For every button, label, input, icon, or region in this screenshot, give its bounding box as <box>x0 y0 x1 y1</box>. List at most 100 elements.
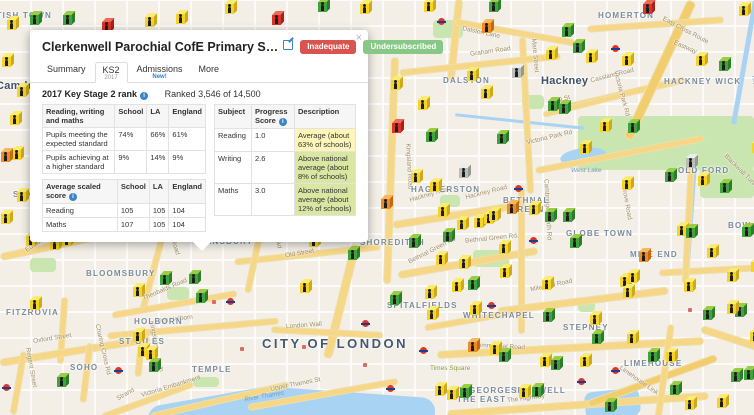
school-marker-yellow[interactable] <box>427 310 436 320</box>
school-marker-yellow[interactable] <box>519 388 528 398</box>
school-marker-red[interactable] <box>272 15 281 25</box>
tab-admissions[interactable]: AdmissionsNew! <box>130 62 190 83</box>
school-marker-yellow[interactable] <box>727 272 736 282</box>
school-marker-orange[interactable] <box>639 252 648 262</box>
school-marker-yellow[interactable] <box>436 255 445 265</box>
school-marker-yellow[interactable] <box>727 304 736 314</box>
school-marker-green[interactable] <box>348 250 357 260</box>
school-marker-yellow[interactable] <box>145 17 154 27</box>
school-marker-green[interactable] <box>57 377 66 387</box>
school-marker-yellow[interactable] <box>696 56 705 66</box>
school-marker-yellow[interactable] <box>30 300 39 310</box>
school-marker-yellow[interactable] <box>628 273 637 283</box>
school-marker-green[interactable] <box>592 334 601 344</box>
school-marker-green[interactable] <box>160 275 169 285</box>
school-marker-yellow[interactable] <box>540 357 549 367</box>
school-marker-yellow[interactable] <box>360 4 369 14</box>
school-marker-yellow[interactable] <box>12 150 21 160</box>
school-marker-yellow[interactable] <box>10 115 19 125</box>
school-marker-yellow[interactable] <box>411 173 420 183</box>
school-marker-green[interactable] <box>149 362 158 372</box>
school-marker-yellow[interactable] <box>7 20 16 30</box>
school-marker-yellow[interactable] <box>586 53 595 63</box>
school-marker-yellow[interactable] <box>457 220 466 230</box>
school-marker-red[interactable] <box>392 123 401 133</box>
school-marker-yellow[interactable] <box>707 248 716 258</box>
school-marker-red[interactable] <box>643 4 652 14</box>
school-marker-orange[interactable] <box>1 152 10 162</box>
school-marker-green[interactable] <box>570 238 579 248</box>
school-marker-yellow[interactable] <box>425 289 434 299</box>
school-marker-green[interactable] <box>189 274 198 284</box>
external-link-icon[interactable] <box>283 40 293 50</box>
school-marker-green[interactable] <box>409 238 418 248</box>
school-marker-green[interactable] <box>562 27 571 37</box>
school-marker-green[interactable] <box>545 212 554 222</box>
school-marker-yellow[interactable] <box>622 56 631 66</box>
school-marker-yellow[interactable] <box>580 357 589 367</box>
school-marker-green[interactable] <box>548 101 557 111</box>
school-marker-gray[interactable] <box>686 158 695 168</box>
info-icon[interactable]: i <box>279 118 287 126</box>
school-marker-green[interactable] <box>742 227 751 237</box>
school-marker-yellow[interactable] <box>622 180 631 190</box>
school-marker-yellow[interactable] <box>391 80 400 90</box>
school-marker-green[interactable] <box>426 132 435 142</box>
school-marker-yellow[interactable] <box>17 192 26 202</box>
school-marker-green[interactable] <box>318 2 327 12</box>
school-marker-green[interactable] <box>573 43 582 53</box>
school-marker-yellow[interactable] <box>529 205 538 215</box>
school-marker-green[interactable] <box>543 312 552 322</box>
school-marker-yellow[interactable] <box>481 89 490 99</box>
school-marker-yellow[interactable] <box>430 182 439 192</box>
school-marker-yellow[interactable] <box>418 100 427 110</box>
school-marker-green[interactable] <box>63 15 72 25</box>
school-marker-yellow[interactable] <box>435 386 444 396</box>
school-marker-yellow[interactable] <box>2 57 11 67</box>
tab-ks2[interactable]: KS22017 <box>95 62 128 83</box>
school-marker-green[interactable] <box>559 104 568 114</box>
school-marker-yellow[interactable] <box>225 4 234 14</box>
school-marker-yellow[interactable] <box>447 390 456 400</box>
school-marker-yellow[interactable] <box>684 282 693 292</box>
school-marker-yellow[interactable] <box>717 398 726 408</box>
school-marker-yellow[interactable] <box>438 207 447 217</box>
info-icon[interactable]: i <box>69 193 77 201</box>
school-marker-green[interactable] <box>390 295 399 305</box>
school-marker-yellow[interactable] <box>500 268 509 278</box>
school-marker-green[interactable] <box>670 385 679 395</box>
school-marker-yellow[interactable] <box>666 352 675 362</box>
school-marker-yellow[interactable] <box>300 283 309 293</box>
school-marker-green[interactable] <box>628 123 637 133</box>
school-marker-yellow[interactable] <box>590 315 599 325</box>
school-marker-yellow[interactable] <box>474 218 483 228</box>
school-marker-orange[interactable] <box>468 342 477 352</box>
school-marker-yellow[interactable] <box>133 287 142 297</box>
school-marker-green[interactable] <box>196 293 205 303</box>
school-marker-yellow[interactable] <box>489 211 498 221</box>
school-marker-green[interactable] <box>686 228 695 238</box>
school-marker-yellow[interactable] <box>685 400 694 410</box>
school-marker-yellow[interactable] <box>470 305 479 315</box>
school-marker-green[interactable] <box>468 280 477 290</box>
school-marker-yellow[interactable] <box>698 176 707 186</box>
tab-summary[interactable]: Summary <box>40 62 93 83</box>
close-icon[interactable]: × <box>356 33 362 43</box>
school-marker-yellow[interactable] <box>750 332 754 342</box>
school-marker-yellow[interactable] <box>467 71 476 81</box>
school-marker-orange[interactable] <box>482 23 491 33</box>
school-marker-yellow[interactable] <box>739 6 748 16</box>
school-marker-green[interactable] <box>605 402 614 412</box>
school-marker-green[interactable] <box>648 352 657 362</box>
school-marker-yellow[interactable] <box>1 214 10 224</box>
school-marker-green[interactable] <box>703 310 712 320</box>
school-marker-yellow[interactable] <box>546 50 555 60</box>
school-marker-green[interactable] <box>489 2 498 12</box>
school-marker-green[interactable] <box>719 61 728 71</box>
school-marker-orange[interactable] <box>381 199 390 209</box>
school-marker-green[interactable] <box>744 370 753 380</box>
school-marker-green[interactable] <box>563 212 572 222</box>
school-marker-yellow[interactable] <box>459 259 468 269</box>
school-marker-green[interactable] <box>665 172 674 182</box>
school-marker-yellow[interactable] <box>452 282 461 292</box>
